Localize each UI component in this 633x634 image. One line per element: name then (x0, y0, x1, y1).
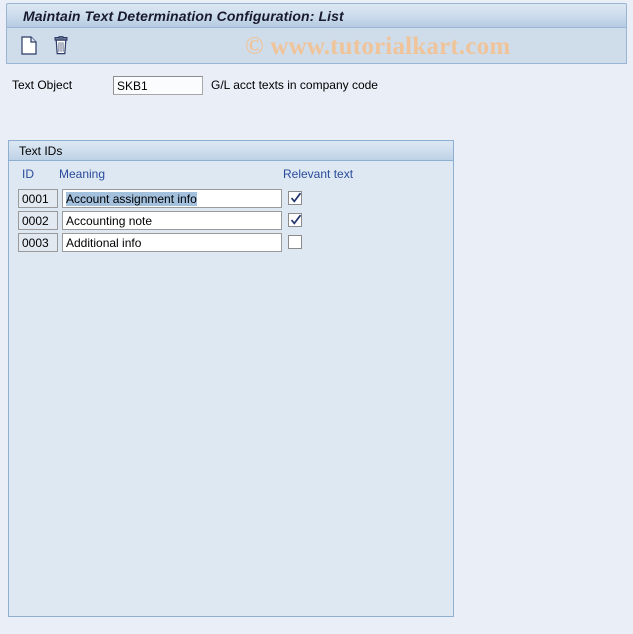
table-row: Account assignment info (9, 189, 453, 211)
row-meaning-text: Accounting note (66, 214, 153, 228)
text-object-label: Text Object (12, 78, 73, 92)
row-id-field[interactable] (18, 211, 58, 230)
row-meaning-field[interactable]: Account assignment info (62, 189, 282, 208)
row-id-field[interactable] (18, 189, 58, 208)
text-object-row: Text Object G/L acct texts in company co… (0, 76, 633, 98)
row-meaning-text: Additional info (66, 236, 142, 250)
new-entries-button[interactable] (17, 34, 41, 58)
checkmark-icon (290, 192, 302, 203)
delete-icon (54, 36, 68, 55)
row-relevant-text-checkbox[interactable] (288, 191, 302, 205)
row-relevant-text-checkbox[interactable] (288, 235, 302, 249)
column-header-relevant-text: Relevant text (283, 167, 354, 181)
text-object-input[interactable] (113, 76, 203, 95)
row-meaning-field[interactable]: Accounting note (62, 211, 282, 230)
column-header-meaning: Meaning (59, 167, 106, 181)
text-ids-panel-body: ID Meaning Relevant text Account assignm… (9, 161, 453, 616)
text-ids-panel-header: Text IDs (9, 141, 453, 161)
column-header-id: ID (22, 167, 34, 181)
text-ids-panel-title: Text IDs (19, 143, 63, 158)
table-row: Additional info (9, 233, 453, 255)
text-object-description: G/L acct texts in company code (211, 78, 378, 92)
text-ids-panel: Text IDs ID Meaning Relevant text Accoun… (8, 140, 454, 617)
window-titlebar: Maintain Text Determination Configuratio… (6, 3, 627, 28)
table-column-headers: ID Meaning Relevant text (9, 167, 453, 185)
row-meaning-text: Account assignment info (66, 192, 197, 206)
delete-button[interactable] (49, 34, 73, 58)
page-title: Maintain Text Determination Configuratio… (23, 7, 344, 24)
row-meaning-field[interactable]: Additional info (62, 233, 282, 252)
application-toolbar (6, 28, 627, 64)
table-row: Accounting note (9, 211, 453, 233)
new-entries-icon (21, 36, 37, 55)
row-relevant-text-checkbox[interactable] (288, 213, 302, 227)
checkmark-icon (290, 214, 302, 225)
text-ids-table: Account assignment info Accounting note (9, 189, 453, 255)
row-id-field[interactable] (18, 233, 58, 252)
